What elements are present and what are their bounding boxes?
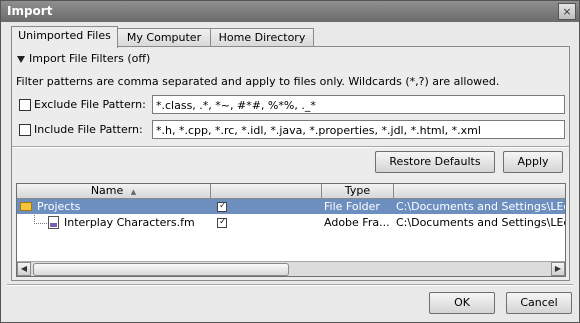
checkmark-icon: ✓: [219, 201, 227, 211]
title-bar[interactable]: Import ×: [1, 1, 579, 22]
row-name-cell: Interplay Characters.fm: [20, 215, 210, 230]
row-path-cell: C:\Documents and Settings\LEdv: [396, 200, 565, 213]
table-row[interactable]: Interplay Characters.fm ✓ Adobe Fra... C…: [17, 215, 565, 230]
filters-toggle[interactable]: Import File Filters (off): [17, 52, 150, 65]
sort-ascending-icon: ▲: [130, 188, 137, 196]
horizontal-scrollbar[interactable]: ◀ ▶: [17, 261, 565, 276]
column-header-path[interactable]: [394, 184, 565, 199]
include-label: Include File Pattern:: [34, 123, 143, 136]
row-name-cell: Projects: [20, 199, 210, 214]
table-row[interactable]: Projects ✓ File Folder C:\Documents and …: [17, 199, 565, 214]
ok-button[interactable]: OK: [429, 292, 495, 314]
row-type-cell: File Folder: [324, 200, 380, 213]
checkmark-icon: ✓: [219, 217, 227, 227]
import-dialog: Import × Unimported Files My Computer Ho…: [0, 0, 580, 323]
restore-defaults-button[interactable]: Restore Defaults: [375, 151, 495, 173]
include-checkbox[interactable]: [19, 124, 31, 136]
tree-connector: [34, 215, 47, 224]
tab-unimported-files[interactable]: Unimported Files: [11, 26, 118, 48]
include-pattern-field[interactable]: *.h, *.cpp, *.rc, *.idl, *.java, *.prope…: [152, 120, 565, 139]
scroll-thumb[interactable]: [33, 263, 289, 276]
scroll-right-icon[interactable]: ▶: [551, 262, 565, 276]
footer-divider: [7, 284, 573, 286]
files-table: Name ▲ Type Projects ✓ File Folder C:\Do…: [16, 183, 566, 277]
tab-home-directory[interactable]: Home Directory: [210, 28, 314, 47]
filters-description: Filter patterns are comma separated and …: [16, 75, 500, 88]
cancel-button[interactable]: Cancel: [506, 292, 572, 314]
row-import-checkbox[interactable]: ✓: [217, 217, 227, 228]
scroll-left-icon[interactable]: ◀: [17, 262, 31, 276]
exclude-label: Exclude File Pattern:: [34, 98, 146, 111]
row-path-cell: C:\Documents and Settings\LEdv: [396, 216, 565, 229]
divider: [12, 146, 569, 148]
exclude-checkbox[interactable]: [19, 99, 31, 111]
row-import-checkbox[interactable]: ✓: [217, 201, 227, 212]
row-type-cell: Adobe Fra...: [324, 216, 390, 229]
folder-icon: [20, 202, 32, 211]
close-button[interactable]: ×: [558, 3, 576, 20]
tab-panel: Import File Filters (off) Filter pattern…: [11, 46, 570, 281]
exclude-pattern-field[interactable]: *.class, .*, *~, #*#, %*%, ._*: [152, 95, 565, 114]
column-header-type[interactable]: Type: [322, 184, 394, 199]
filters-header: Import File Filters (off): [29, 52, 151, 65]
triangle-down-icon: [17, 55, 25, 63]
column-header-name[interactable]: Name ▲: [17, 184, 211, 199]
document-icon: [48, 216, 59, 229]
column-header-import[interactable]: [211, 184, 322, 199]
tab-my-computer[interactable]: My Computer: [117, 28, 211, 47]
apply-button[interactable]: Apply: [503, 151, 563, 173]
window-title: Import: [7, 4, 53, 18]
